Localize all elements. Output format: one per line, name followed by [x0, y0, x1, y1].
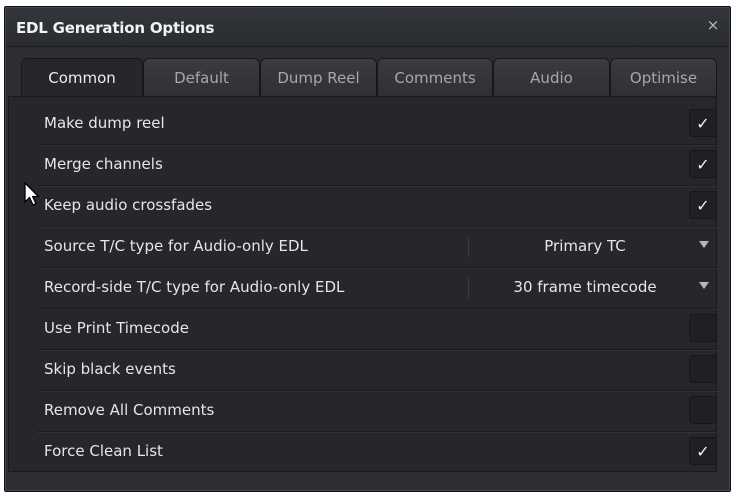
keep-audio-crossfades-checkbox[interactable]: ✓ [689, 191, 717, 219]
mouse-cursor-icon [24, 182, 40, 206]
tab-audio[interactable]: Audio [493, 58, 610, 96]
option-merge-channels: Merge channels ✓ [37, 145, 717, 186]
close-icon[interactable]: × [705, 17, 721, 33]
option-label: Keep audio crossfades [44, 196, 213, 214]
option-make-dump-reel: Make dump reel ✓ [37, 104, 717, 145]
tab-comments[interactable]: Comments [377, 58, 493, 96]
merge-channels-checkbox[interactable]: ✓ [689, 150, 717, 178]
option-source-tc-type: Source T/C type for Audio-only EDL Prima… [37, 227, 717, 268]
select-divider [468, 237, 469, 257]
title-bar[interactable]: EDL Generation Options × [6, 8, 729, 47]
remove-all-comments-checkbox[interactable] [689, 396, 717, 424]
tab-common[interactable]: Common [21, 58, 143, 97]
options-list: Make dump reel ✓ Merge channels ✓ Keep a… [37, 104, 717, 472]
option-label: Make dump reel [44, 114, 165, 132]
option-remove-all-comments: Remove All Comments [37, 391, 717, 432]
option-label: Merge channels [44, 155, 163, 173]
option-force-clean-list: Force Clean List ✓ [37, 432, 717, 472]
chevron-down-icon[interactable] [699, 282, 709, 289]
option-use-print-timecode: Use Print Timecode [37, 309, 717, 350]
source-tc-type-select[interactable]: Primary TC [477, 237, 693, 255]
record-side-tc-type-select[interactable]: 30 frame timecode [477, 278, 693, 296]
option-label: Remove All Comments [44, 401, 215, 419]
tab-default[interactable]: Default [143, 58, 260, 96]
force-clean-list-checkbox[interactable]: ✓ [689, 437, 717, 465]
dialog-title: EDL Generation Options [16, 19, 215, 37]
tab-bar: Common Default Dump Reel Comments Audio … [21, 58, 717, 97]
make-dump-reel-checkbox[interactable]: ✓ [689, 109, 717, 137]
option-label: Skip black events [44, 360, 176, 378]
option-label: Source T/C type for Audio-only EDL [44, 237, 308, 255]
chevron-down-icon[interactable] [699, 241, 709, 248]
tab-optimise[interactable]: Optimise [610, 58, 717, 96]
option-label: Use Print Timecode [44, 319, 189, 337]
use-print-timecode-checkbox[interactable] [689, 314, 717, 342]
option-record-side-tc-type: Record-side T/C type for Audio-only EDL … [37, 268, 717, 309]
option-label: Force Clean List [44, 442, 163, 460]
option-skip-black-events: Skip black events [37, 350, 717, 391]
tab-dump-reel[interactable]: Dump Reel [260, 58, 377, 96]
select-divider [468, 278, 469, 298]
option-keep-audio-crossfades: Keep audio crossfades ✓ [37, 186, 717, 227]
skip-black-events-checkbox[interactable] [689, 355, 717, 383]
option-label: Record-side T/C type for Audio-only EDL [44, 278, 345, 296]
